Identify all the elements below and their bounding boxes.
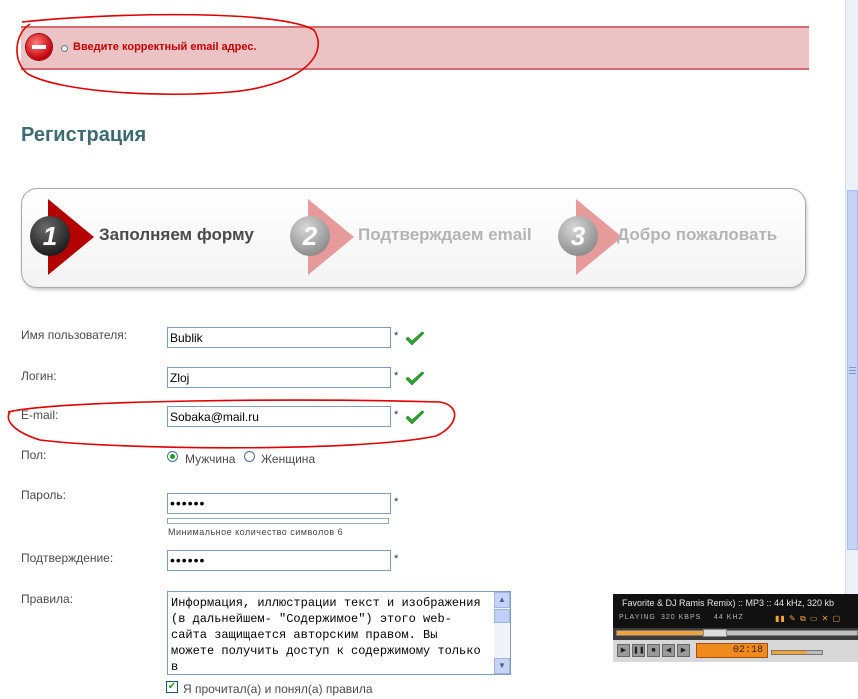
player-volume-level xyxy=(772,651,807,654)
player-bottom-area xyxy=(613,662,858,699)
player-volume[interactable] xyxy=(771,650,823,655)
player-controls: ▶ ❚❚ ■ ◀ ▶ 02:18 xyxy=(613,640,858,662)
media-player: Favorite & DJ Ramis Remix) :: MP3 :: 44 … xyxy=(613,594,858,699)
email-annotation-oval xyxy=(7,399,456,449)
stop-icon[interactable]: ■ xyxy=(647,644,660,657)
player-tool-icons[interactable]: ▮▮ ✎ ⧉ ▭ ✕ ▢ xyxy=(775,614,841,624)
next-icon[interactable]: ▶ xyxy=(677,644,690,657)
play-icon[interactable]: ▶ xyxy=(617,644,630,657)
player-seek-knob[interactable] xyxy=(703,629,727,637)
player-seek-progress xyxy=(617,631,709,635)
player-track-title: Favorite & DJ Ramis Remix) :: MP3 :: 44 … xyxy=(622,598,835,608)
player-time: 02:18 xyxy=(696,643,768,658)
player-title-bar: Favorite & DJ Ramis Remix) :: MP3 :: 44 … xyxy=(613,594,858,628)
error-annotation-oval xyxy=(16,13,319,96)
pause-icon[interactable]: ❚❚ xyxy=(632,644,645,657)
previous-icon[interactable]: ◀ xyxy=(662,644,675,657)
player-bitrate: 320 KBPS xyxy=(661,614,702,621)
player-seek-bar[interactable] xyxy=(616,629,858,637)
player-samplerate: 44 KHZ xyxy=(714,614,744,621)
player-status: PLAYING xyxy=(619,614,656,621)
